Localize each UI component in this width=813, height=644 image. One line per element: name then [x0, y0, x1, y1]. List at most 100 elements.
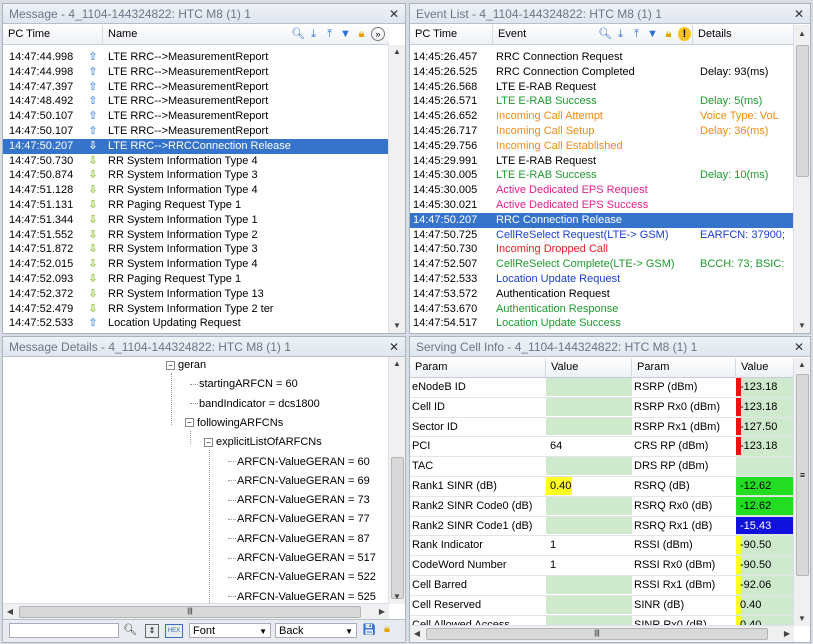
event-scroll-thumb[interactable] [796, 45, 809, 177]
more-icon[interactable]: » [371, 27, 385, 41]
lock-icon[interactable]: 🔒︎ [355, 27, 368, 41]
font-select[interactable]: Font ▼ [189, 623, 271, 638]
tree-node[interactable]: − followingARFCNs [185, 417, 283, 429]
arrow-down-icon[interactable]: ⤓ [307, 27, 320, 41]
serving-row[interactable]: Cell ID RSRP Rx0 (dBm) -123.18 [410, 397, 794, 418]
back-select[interactable]: Back ▼ [275, 623, 357, 638]
scroll-down-icon[interactable]: ▼ [389, 590, 405, 604]
event-row[interactable]: 14:47:53.572 Authentication Request [410, 287, 794, 302]
event-row[interactable]: 14:45:29.756 Incoming Call Established [410, 139, 794, 154]
scroll-down-icon[interactable]: ▼ [794, 319, 810, 333]
event-row[interactable]: 14:47:54.517 Location Update Success [410, 316, 794, 331]
column-header-param[interactable]: Param [410, 358, 546, 377]
scroll-up-icon[interactable]: ▲ [389, 357, 405, 371]
column-header-param-2[interactable]: Param [632, 358, 736, 377]
hex-icon[interactable]: HEX [165, 624, 183, 638]
search-icon[interactable]: 🔍︎ [291, 27, 305, 41]
close-icon[interactable]: ✕ [794, 4, 804, 24]
scroll-up-icon[interactable]: ▲ [794, 358, 810, 372]
message-row[interactable]: 14:47:51.552 ⇩ RR System Information Type … [3, 228, 389, 243]
message-row[interactable]: 14:47:51.131 ⇩ RR Paging Request Type 1 [3, 198, 389, 213]
details-hscroll[interactable]: ◀ ||| ▶ [3, 603, 389, 620]
serving-row[interactable]: Rank1 SINR (dB) 0.40 RSRQ (dB) -12.62 [410, 477, 794, 497]
message-row[interactable]: 14:47:50.874 ⇩ RR System Information Type … [3, 168, 389, 183]
tree-node[interactable]: ARFCN-ValueGERAN = 522 [223, 571, 376, 583]
tree-node[interactable]: − explicitListOfARFCNs [204, 436, 322, 448]
column-header-pc-time[interactable]: PC Time [410, 25, 493, 44]
tree-node[interactable]: ARFCN-ValueGERAN = 77 [223, 513, 370, 525]
event-row[interactable]: 14:45:30.005 LTE E-RAB Success Delay: 10(m… [410, 168, 794, 183]
message-row[interactable]: 14:47:44.998 ⇧ LTE RRC-->MeasurementReport [3, 65, 389, 80]
search-icon[interactable]: 🔍︎ [123, 623, 137, 636]
lock-icon[interactable]: 🔒︎ [384, 623, 390, 636]
scroll-left-icon[interactable]: ◀ [410, 626, 424, 642]
event-row[interactable]: 14:45:30.005 Active Dedicated EPS Request [410, 183, 794, 198]
message-row[interactable]: 14:47:51.128 ⇩ RR System Information Type … [3, 183, 389, 198]
event-row[interactable]: 14:47:50.730 Incoming Dropped Call [410, 242, 794, 257]
message-row[interactable]: 14:47:50.107 ⇧ LTE RRC-->MeasurementReport [3, 109, 389, 124]
tree-node[interactable]: ARFCN-ValueGERAN = 87 [223, 533, 370, 545]
arrow-down-icon[interactable]: ⤓ [614, 27, 627, 41]
expand-collapse-icon[interactable]: ⇕ [145, 624, 159, 638]
event-row[interactable]: 14:47:53.670 Authentication Response [410, 302, 794, 317]
tree-node[interactable]: ARFCN-ValueGERAN = 60 [223, 456, 370, 468]
arrow-up-icon[interactable]: ⤒ [630, 27, 643, 41]
tree-node[interactable]: ARFCN-ValueGERAN = 517 [223, 552, 376, 564]
serving-vscroll[interactable]: ▲ ≡ ▼ [793, 358, 810, 626]
event-row[interactable]: 14:45:26.652 Incoming Call Attempt Voice T… [410, 109, 794, 124]
scroll-up-icon[interactable]: ▲ [389, 45, 405, 59]
serving-row[interactable]: TAC DRS RP (dBm) [410, 457, 794, 477]
tree-node[interactable]: startingARFCN = 60 [185, 378, 298, 390]
message-row[interactable]: 14:47:52.479 ⇩ RR System Information Type … [3, 302, 389, 317]
serving-scroll-thumb[interactable]: ≡ [796, 374, 809, 576]
close-icon[interactable]: ✕ [794, 337, 804, 357]
scroll-left-icon[interactable]: ◀ [3, 604, 17, 620]
tree-node[interactable]: − geran [166, 359, 206, 371]
collapse-icon[interactable]: − [166, 360, 175, 370]
serving-row[interactable]: Sector ID RSRP Rx1 (dBm) -127.50 [410, 417, 794, 438]
close-icon[interactable]: ✕ [389, 4, 399, 24]
message-vscroll[interactable]: ▲ ▼ [388, 45, 405, 333]
filter-icon[interactable]: ▼ [339, 27, 352, 41]
message-row[interactable]: 14:47:48.492 ⇧ LTE RRC-->MeasurementReport [3, 94, 389, 109]
serving-row[interactable]: Cell Reserved SINR (dB) 0.40 [410, 595, 794, 616]
message-row[interactable]: 14:47:50.107 ⇧ LTE RRC-->MeasurementReport [3, 124, 389, 139]
event-row[interactable]: 14:45:26.571 LTE E-RAB Success Delay: 5(ms… [410, 94, 794, 109]
save-icon[interactable]: 💾︎ [362, 623, 376, 636]
event-row[interactable]: 14:47:50.725 CellReSelect Request(LTE-> G… [410, 228, 794, 243]
serving-hscroll-thumb[interactable]: ||| [426, 628, 768, 640]
serving-row[interactable]: PCI 64 CRS RP (dBm) -123.18 [410, 437, 794, 458]
event-row[interactable]: 14:45:26.568 LTE E-RAB Request [410, 80, 794, 95]
close-icon[interactable]: ✕ [389, 337, 399, 357]
scroll-right-icon[interactable]: ▶ [780, 626, 794, 642]
details-scroll-thumb[interactable] [391, 457, 404, 599]
scroll-down-icon[interactable]: ▼ [794, 612, 810, 626]
event-row[interactable]: 14:45:26.457 RRC Connection Request [410, 50, 794, 65]
details-vscroll[interactable]: ▲ ▼ [388, 357, 405, 604]
message-row[interactable]: 14:47:52.372 ⇩ RR System Information Type … [3, 287, 389, 302]
column-header-pc-time[interactable]: PC Time [3, 25, 103, 44]
serving-row[interactable]: eNodeB ID RSRP (dBm) -123.18 [410, 378, 794, 398]
event-vscroll[interactable]: ▲ ▼ [793, 25, 810, 333]
serving-row[interactable]: Rank2 SINR Code1 (dB) RSRQ Rx1 (dB) -15.43 [410, 516, 794, 537]
serving-row[interactable]: CodeWord Number 1 RSSI Rx0 (dBm) -90.50 [410, 556, 794, 576]
serving-row[interactable]: Rank Indicator 1 RSSI (dBm) -90.50 [410, 536, 794, 557]
message-row[interactable]: 14:47:50.207 ⇩ LTE RRC-->RRCConnection Rel… [3, 138, 389, 154]
event-row[interactable]: 14:47:52.533 Location Update Request [410, 272, 794, 287]
serving-row[interactable]: Cell Barred RSSI Rx1 (dBm) -92.06 [410, 576, 794, 596]
search-icon[interactable]: 🔍︎ [598, 27, 612, 41]
collapse-icon[interactable]: − [204, 437, 213, 447]
serving-hscroll[interactable]: ◀ ||| ▶ [410, 625, 794, 642]
tree-node[interactable]: ARFCN-ValueGERAN = 69 [223, 475, 370, 487]
event-row[interactable]: 14:45:29.991 LTE E-RAB Request [410, 154, 794, 169]
event-row[interactable]: 14:45:26.525 RRC Connection Completed Dela… [410, 65, 794, 80]
message-row[interactable]: 14:47:50.730 ⇩ RR System Information Type … [3, 154, 389, 169]
filter-icon[interactable]: ▼ [646, 27, 659, 41]
details-hscroll-thumb[interactable]: ||| [19, 606, 361, 618]
chevron-down-icon[interactable]: ▼ [259, 624, 267, 639]
warning-icon[interactable]: ! [678, 27, 691, 41]
scroll-right-icon[interactable]: ▶ [375, 604, 389, 620]
event-row[interactable]: 14:47:50.207 RRC Connection Release [410, 212, 794, 228]
lock-icon[interactable]: 🔒︎ [662, 27, 675, 41]
event-row[interactable]: 14:45:26.717 Incoming Call Setup Delay: 36… [410, 124, 794, 139]
